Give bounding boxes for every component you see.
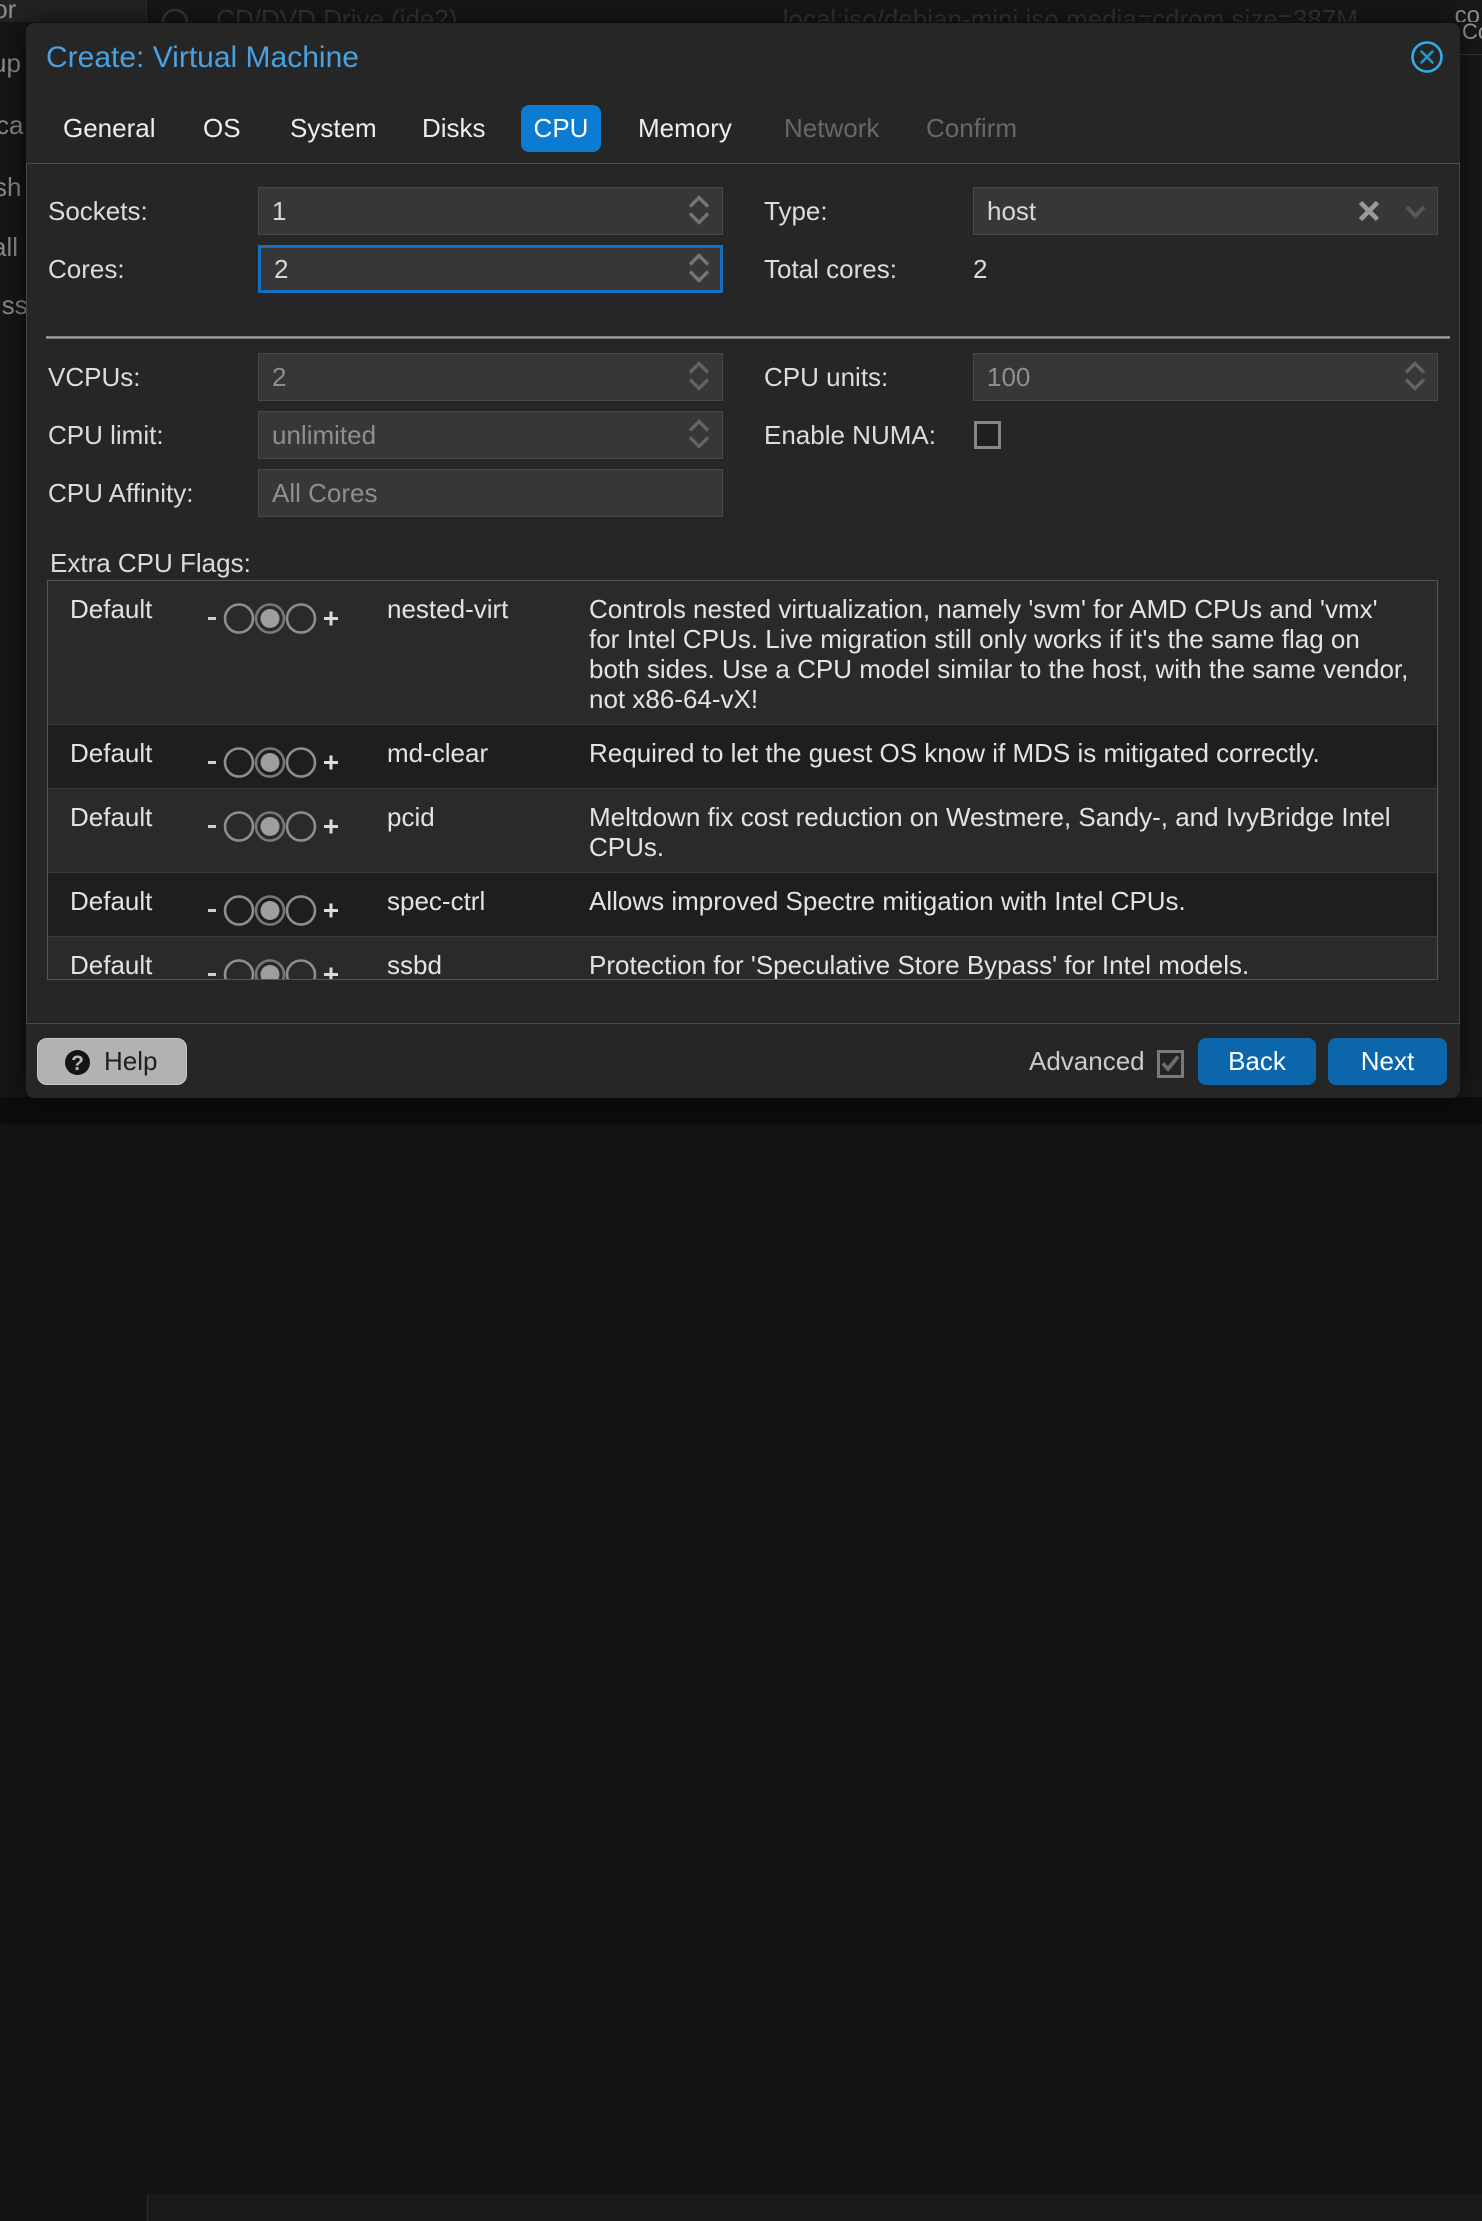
- svg-text:?: ?: [71, 1052, 84, 1075]
